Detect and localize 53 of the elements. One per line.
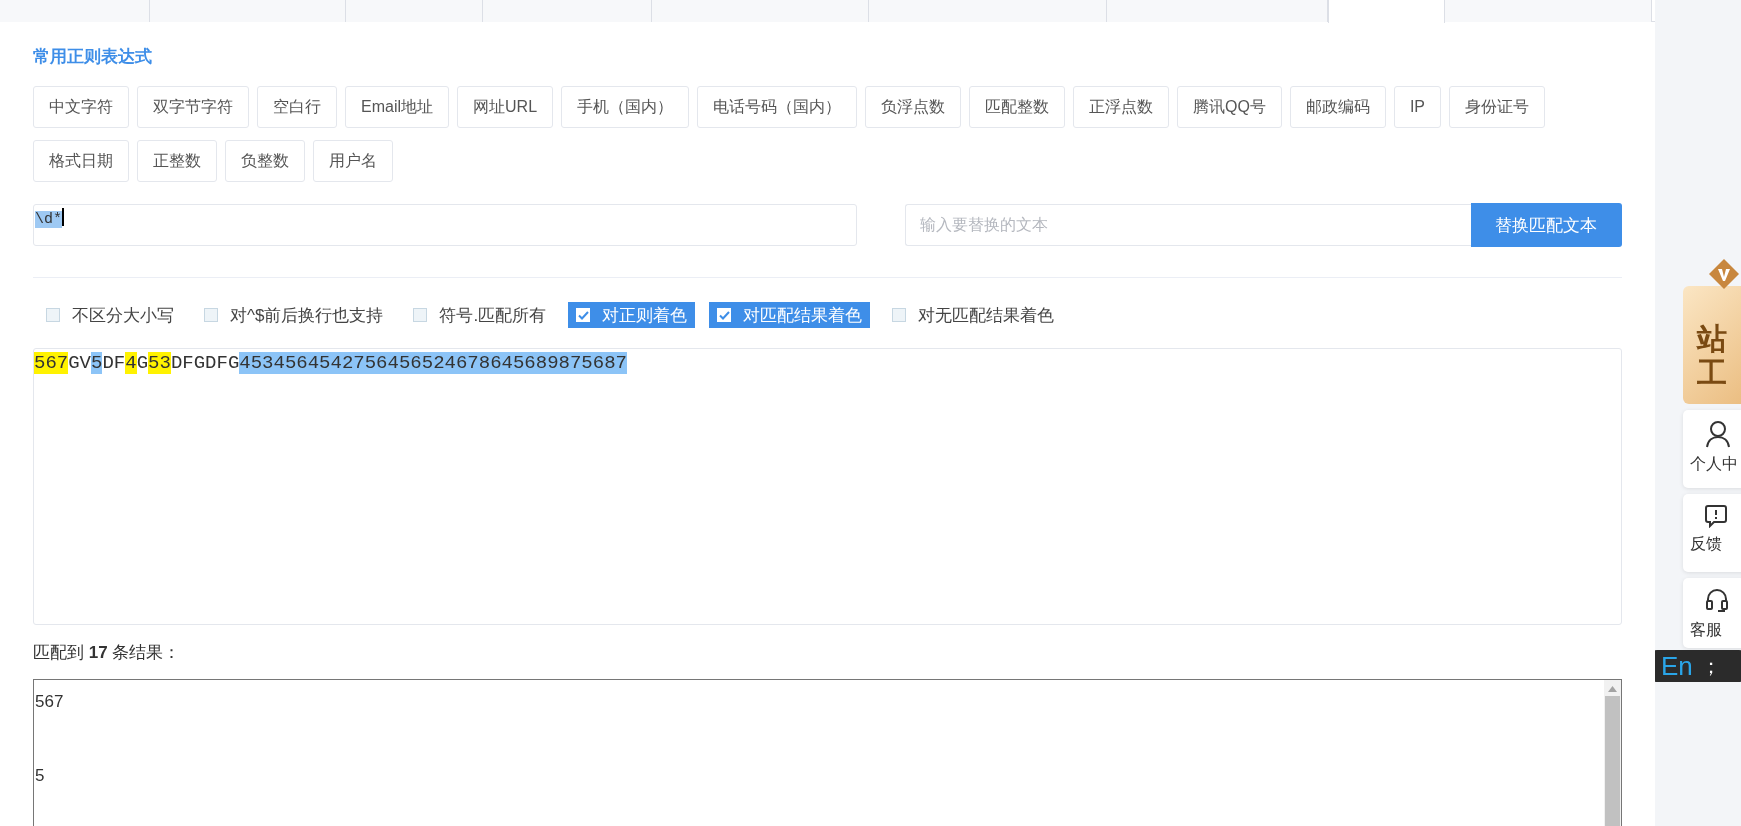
scroll-up-arrow-icon[interactable] <box>1608 686 1617 692</box>
ime-indicator: En ； <box>1655 650 1741 682</box>
vip-text: 站 <box>1697 322 1728 356</box>
vip-text: 工 <box>1697 356 1728 390</box>
preset-button[interactable]: 中文字符 <box>33 86 129 128</box>
results-text-area[interactable]: 567 5 <box>33 679 1622 826</box>
preset-button[interactable]: Email地址 <box>345 86 449 128</box>
checkmark-icon <box>577 310 589 320</box>
preset-button[interactable]: 匹配整数 <box>969 86 1066 128</box>
vip-banner[interactable]: 站 工 <box>1683 286 1741 404</box>
preset-button[interactable]: 手机（国内） <box>561 86 690 128</box>
match-count-text: 匹配到 17 条结果： <box>33 642 182 664</box>
section-title: 常用正则表达式 <box>33 46 153 68</box>
preset-button[interactable]: 用户名 <box>313 140 393 182</box>
tab[interactable] <box>483 0 652 22</box>
preset-button[interactable]: 身份证号 <box>1449 86 1546 128</box>
tab[interactable] <box>1107 0 1328 22</box>
tab[interactable] <box>1445 0 1652 22</box>
regex-input-field[interactable]: \d* <box>33 204 858 246</box>
result-line: 567 <box>35 692 64 711</box>
preset-button[interactable]: 双字节字符 <box>137 86 249 128</box>
feedback-icon <box>1705 504 1727 528</box>
preset-button[interactable]: 电话号码（国内） <box>697 86 858 128</box>
headset-icon <box>1705 588 1729 614</box>
result-line: 5 <box>35 766 45 785</box>
side-button[interactable]: 反馈 <box>1683 494 1741 572</box>
tab[interactable] <box>346 0 483 22</box>
preset-button[interactable]: 负整数 <box>225 140 305 182</box>
person-icon <box>1705 420 1731 448</box>
checkmark-icon <box>718 310 730 320</box>
side-button[interactable]: 个人中 <box>1683 410 1741 488</box>
preset-button[interactable]: 正浮点数 <box>1073 86 1170 128</box>
tab[interactable] <box>0 0 150 22</box>
tab[interactable] <box>1328 0 1445 23</box>
preset-button[interactable]: 正整数 <box>137 140 217 182</box>
highlighted-text: 567GV5DF4G53DFGDFG4534564542756456524678645689875687 <box>34 352 627 374</box>
side-button[interactable]: 客服 <box>1683 578 1741 648</box>
preset-button[interactable]: 格式日期 <box>33 140 129 182</box>
preset-button[interactable]: 负浮点数 <box>865 86 962 128</box>
option-checkbox[interactable]: 对无匹配结果着色 <box>884 302 1063 328</box>
option-checkbox[interactable]: 对^$前后换行也支持 <box>196 302 392 328</box>
replace-text-field[interactable]: 输入要替换的文本 <box>905 204 1471 246</box>
preset-button[interactable]: 空白行 <box>257 86 337 128</box>
preset-button[interactable]: 腾讯QQ号 <box>1177 86 1282 128</box>
tab[interactable] <box>150 0 346 22</box>
tab[interactable] <box>652 0 869 22</box>
tab[interactable] <box>869 0 1107 22</box>
preset-button[interactable]: 邮政编码 <box>1289 86 1386 128</box>
option-checkbox[interactable]: 符号.匹配所有 <box>405 302 555 328</box>
preset-button[interactable]: 网址URL <box>457 86 554 128</box>
test-text-area[interactable]: 567GV5DF4G53DFGDFG4534564542756456524678645689875687 <box>33 348 1622 625</box>
preset-button[interactable]: IP <box>1393 86 1442 128</box>
option-checkbox[interactable]: 不区分大小写 <box>38 302 182 328</box>
